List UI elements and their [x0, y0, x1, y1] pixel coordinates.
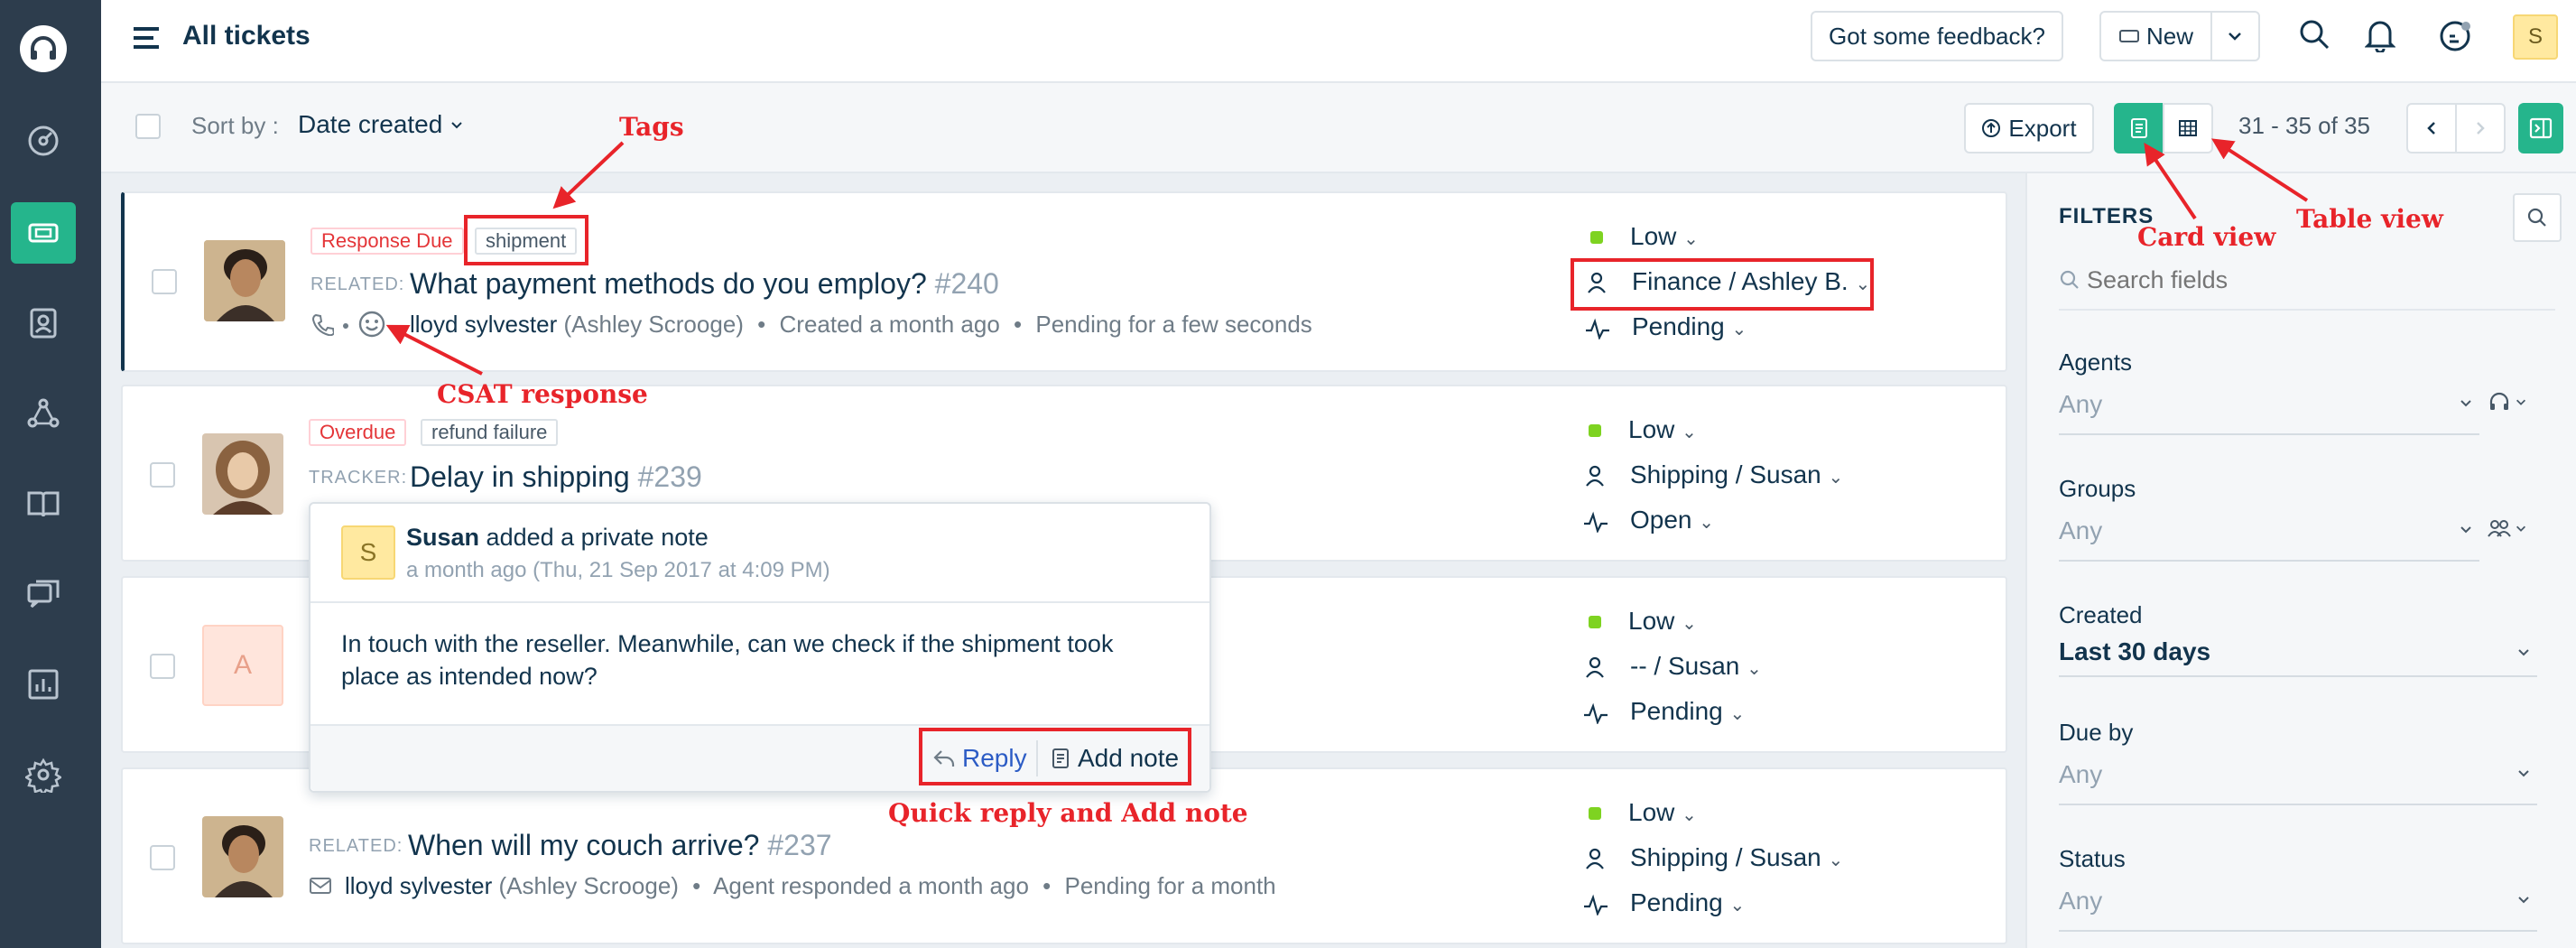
quick-reply-annotation: Quick reply and Add note	[888, 798, 1248, 828]
card-view-annotation: Card view	[2137, 222, 2276, 252]
annotation-arrows	[385, 138, 2309, 376]
table-view-annotation: Table view	[2296, 204, 2443, 234]
csat-annotation: CSAT response	[437, 379, 648, 409]
tags-annotation: Tags	[619, 112, 684, 142]
